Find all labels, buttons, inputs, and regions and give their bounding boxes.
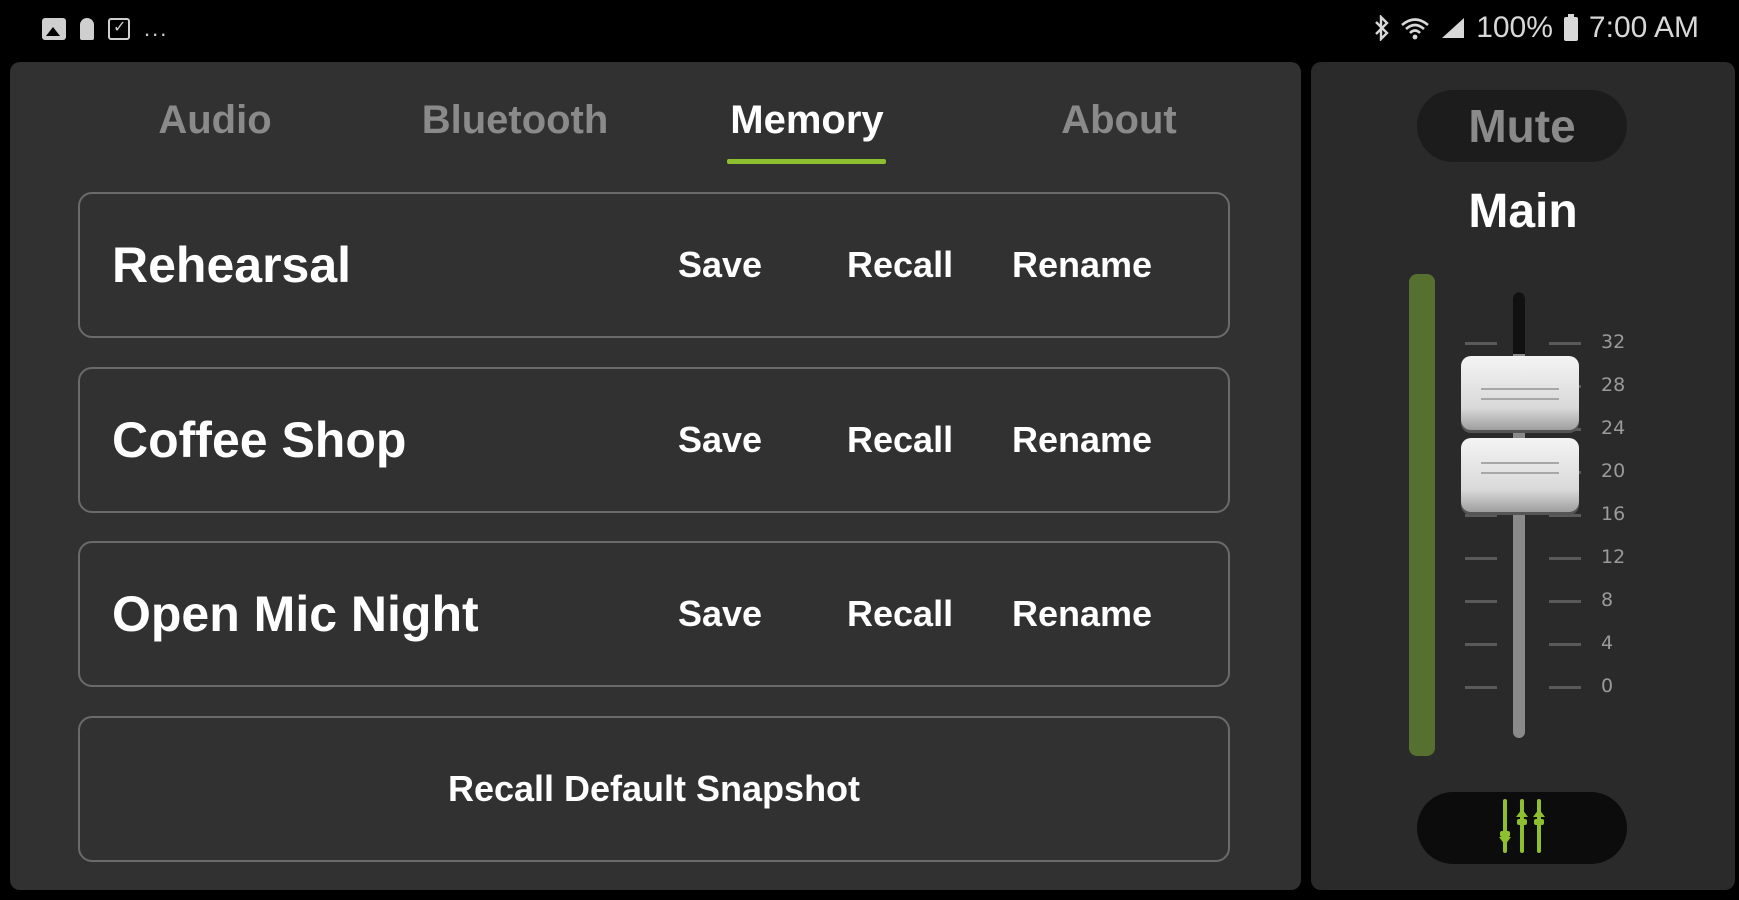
memory-slot-name: Coffee Shop <box>112 412 407 468</box>
scale-label: 16 <box>1601 503 1626 525</box>
recall-button[interactable]: Recall <box>847 194 953 336</box>
tab-bluetooth[interactable]: Bluetooth <box>405 98 625 143</box>
system-icons: 100% 7:00 AM <box>1374 10 1699 46</box>
rename-button[interactable]: Rename <box>1012 194 1152 336</box>
more-notifications: ... <box>144 16 169 41</box>
active-tab-indicator <box>727 159 886 164</box>
scale-tick <box>1549 686 1581 689</box>
recall-button[interactable]: Recall <box>847 369 953 511</box>
tab-audio[interactable]: Audio <box>145 98 285 143</box>
scale-tick <box>1465 342 1497 345</box>
scale-tick <box>1549 643 1581 646</box>
recall-default-snapshot-button[interactable]: Recall Default Snapshot <box>78 716 1230 862</box>
main-panel: Audio Bluetooth Memory About Rehearsal S… <box>10 62 1301 890</box>
battery-icon <box>1563 14 1579 42</box>
scale-tick <box>1549 514 1581 517</box>
save-button[interactable]: Save <box>678 194 762 336</box>
tab-memory[interactable]: Memory <box>717 98 897 143</box>
scale-label: 24 <box>1601 417 1626 439</box>
memory-slot-coffee-shop: Coffee Shop Save Recall Rename <box>78 367 1230 513</box>
level-meter <box>1409 274 1435 756</box>
rename-button[interactable]: Rename <box>1012 369 1152 511</box>
battery-percent: 100% <box>1476 11 1553 44</box>
scale-tick <box>1549 600 1581 603</box>
scale-label: 4 <box>1601 632 1614 654</box>
scale-label: 20 <box>1601 460 1626 482</box>
rename-button[interactable]: Rename <box>1012 543 1152 685</box>
notification-icons: ... <box>42 14 168 44</box>
save-button[interactable]: Save <box>678 543 762 685</box>
signal-icon <box>1440 16 1466 40</box>
scale-label: 32 <box>1601 331 1626 353</box>
scale-label: 0 <box>1601 675 1614 697</box>
memory-slot-open-mic-night: Open Mic Night Save Recall Rename <box>78 541 1230 687</box>
memory-slot-name: Open Mic Night <box>112 586 479 642</box>
memory-slot-name: Rehearsal <box>112 237 352 293</box>
mixer-settings-button[interactable] <box>1417 792 1627 864</box>
fader-track-top <box>1513 292 1525 354</box>
fader-handle[interactable] <box>1461 438 1579 512</box>
scale-tick <box>1465 600 1497 603</box>
scale-tick <box>1465 686 1497 689</box>
scale-tick <box>1465 643 1497 646</box>
recall-button[interactable]: Recall <box>847 543 953 685</box>
clock: 7:00 AM <box>1588 11 1699 44</box>
mute-button[interactable]: Mute <box>1417 90 1627 162</box>
memory-slot-rehearsal: Rehearsal Save Recall Rename <box>78 192 1230 338</box>
key-icon <box>80 18 94 40</box>
scale-tick <box>1465 557 1497 560</box>
scale-label: 8 <box>1601 589 1614 611</box>
save-button[interactable]: Save <box>678 369 762 511</box>
side-panel: Mute Main 32 28 24 20 16 12 8 4 0 <box>1311 62 1735 890</box>
scale-label: 12 <box>1601 546 1626 568</box>
tab-about[interactable]: About <box>1044 98 1194 143</box>
scale-tick <box>1549 557 1581 560</box>
sliders-icon <box>1497 797 1547 860</box>
photo-icon <box>42 18 66 40</box>
scale-label: 28 <box>1601 374 1626 396</box>
scale-tick <box>1549 342 1581 345</box>
checkbox-icon <box>108 17 130 40</box>
status-bar: ... 100% 7:00 AM <box>0 0 1739 58</box>
scale-tick <box>1465 514 1497 517</box>
wifi-icon <box>1400 16 1430 40</box>
bluetooth-icon <box>1374 15 1390 41</box>
channel-label: Main <box>1468 185 1578 238</box>
fader-handle[interactable] <box>1461 356 1579 430</box>
